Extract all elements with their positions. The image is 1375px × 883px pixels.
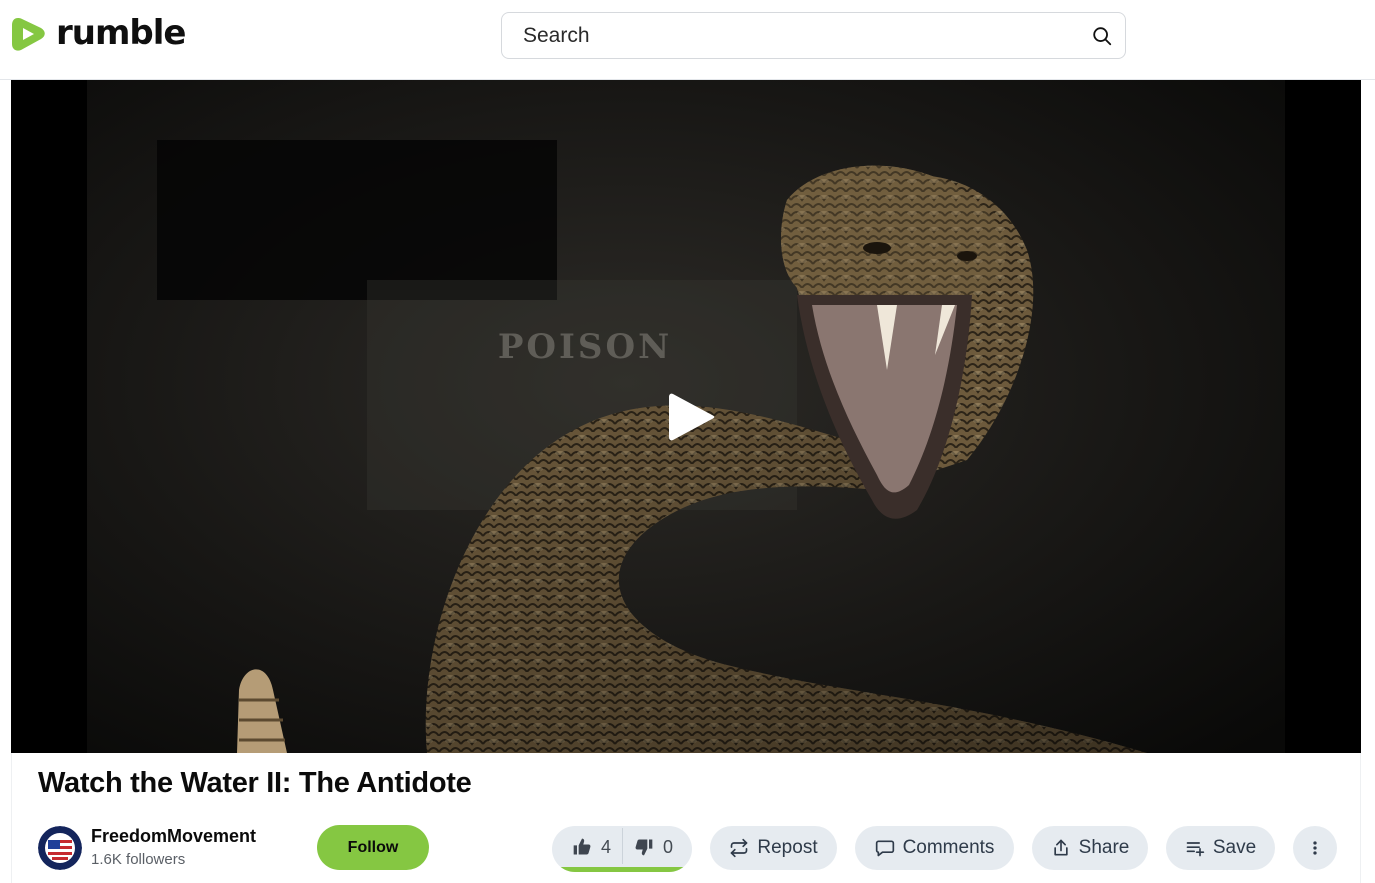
logo-text: rumble [56, 12, 186, 53]
freedom-movement-logo-icon [38, 826, 82, 870]
comments-label: Comments [902, 837, 995, 858]
repost-icon [731, 838, 748, 858]
vote-divider [622, 828, 623, 864]
play-icon[interactable] [669, 392, 715, 442]
repost-button[interactable]: Repost [710, 826, 837, 870]
comments-button[interactable]: Comments [855, 826, 1014, 870]
rumble-logo[interactable]: rumble [10, 12, 186, 54]
like-ratio-bar [552, 867, 692, 872]
repost-label: Repost [757, 837, 818, 858]
dislike-count: 0 [663, 836, 674, 857]
channel-avatar[interactable] [38, 826, 82, 870]
search-icon[interactable] [1091, 25, 1113, 47]
save-button[interactable]: Save [1166, 826, 1275, 870]
playlist-add-icon [1186, 842, 1205, 857]
video-player[interactable]: POISON [11, 80, 1361, 753]
follower-count: 1.6K followers [91, 851, 186, 868]
dislike-button[interactable]: 0 [634, 826, 673, 868]
share-icon [1053, 839, 1068, 856]
like-count: 4 [601, 836, 612, 857]
share-label: Share [1078, 837, 1130, 858]
video-title: Watch the Water II: The Antidote [38, 767, 472, 799]
follow-button[interactable]: Follow [317, 825, 429, 870]
rumble-play-logo-icon [12, 18, 45, 51]
like-button[interactable]: 4 [572, 826, 611, 868]
thumbs-down-icon [635, 839, 653, 856]
comment-icon [875, 840, 894, 857]
more-options-button[interactable] [1293, 826, 1337, 870]
vote-group: 4 0 [552, 826, 692, 872]
save-label: Save [1212, 837, 1257, 858]
more-vertical-icon [1313, 841, 1317, 855]
video-info-panel: Watch the Water II: The Antidote Freedom… [11, 753, 1361, 883]
channel-name[interactable]: FreedomMovement [91, 826, 256, 847]
share-button[interactable]: Share [1032, 826, 1148, 870]
thumbs-up-icon [573, 838, 591, 855]
top-header: rumble [0, 0, 1375, 80]
thumbnail-poison-text: POISON [498, 327, 672, 367]
search-input[interactable] [502, 13, 1077, 58]
search-bar[interactable] [501, 12, 1126, 59]
